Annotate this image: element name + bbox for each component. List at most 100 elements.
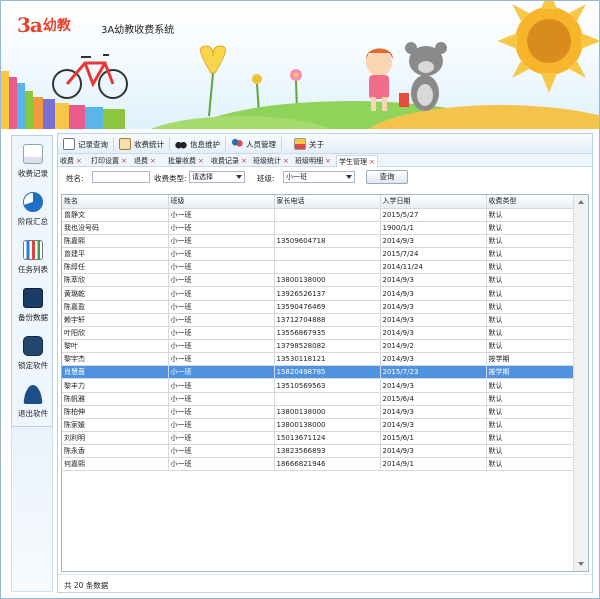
table-row[interactable]: 曾静文 小一班 2015/5/27 默认: [62, 208, 575, 222]
table-cell: 13800138000: [274, 405, 381, 419]
sidebar-item-label: 备份数据: [18, 313, 48, 322]
table-cell: 默认: [486, 339, 575, 354]
tab-label: 退费: [134, 157, 148, 165]
close-icon[interactable]: ×: [283, 157, 289, 165]
table-row[interactable]: 肖慧茵 小一班 15820498785 2015/7/23 按学期: [62, 365, 575, 380]
close-icon[interactable]: ×: [369, 158, 375, 166]
table-cell: 13800138000: [274, 273, 381, 288]
table-row[interactable]: 叶阳欣 小一班 13556867935 2014/9/3 默认: [62, 326, 575, 341]
toolbar-separator: [113, 137, 114, 151]
table-footer: 共 20 条数据: [58, 574, 592, 592]
table-cell: 陈家媛: [62, 418, 169, 433]
table-cell: 小一班: [168, 313, 275, 327]
table-cell: 小一班: [168, 234, 275, 249]
sidebar-item-fee-records[interactable]: 收费记录: [12, 138, 54, 184]
table-row[interactable]: 陈帆雅 小一班 2015/6/4 默认: [62, 392, 575, 406]
sidebar-item-stage-summary[interactable]: 阶段汇总: [12, 186, 54, 232]
toolbar-fee-statistics[interactable]: 收费统计: [118, 136, 165, 152]
table-row[interactable]: 黎宇杰 小一班 13530118121 2014/9/3 按学期: [62, 352, 575, 367]
table-cell: 13712704888: [274, 313, 381, 327]
tab-label: 收费: [60, 157, 74, 165]
tab-print-settings[interactable]: 打印设置 ×: [91, 155, 127, 167]
table-cell: 陈永香: [62, 444, 169, 459]
table-row[interactable]: 陈柏伸 小一班 13800138000 2014/9/3 默认: [62, 405, 575, 419]
table-cell: 刘利明: [62, 431, 169, 446]
table-cell: 黎叶: [62, 339, 169, 354]
tab-refund[interactable]: 退费 ×: [134, 155, 156, 167]
column-header-name[interactable]: 姓名: [62, 195, 169, 209]
table-cell: 小一班: [168, 286, 275, 301]
column-header-class[interactable]: 班级: [168, 195, 275, 209]
toolbar-about[interactable]: 关于: [293, 136, 325, 152]
tab-class-details[interactable]: 班级明细 ×: [295, 155, 331, 167]
table-cell: 小一班: [168, 273, 275, 288]
tab-class-statistics[interactable]: 班级统计 ×: [253, 155, 289, 167]
table-row[interactable]: 陈綧任 小一班 2014/11/24 默认: [62, 260, 575, 275]
table-cell: 13800138000: [274, 418, 381, 433]
table-cell: 默认: [486, 378, 575, 393]
search-doc-icon: [63, 138, 75, 150]
table-cell: 默认: [486, 392, 575, 406]
table-cell: [274, 392, 381, 406]
table-body: 曾静文 小一班 2015/5/27 默认 我也没号码 小一班 1900/1/1 默认 陈嘉熙 小一…: [62, 208, 575, 472]
table-cell: 15013671124: [274, 431, 381, 446]
table-row[interactable]: 黎叶 小一班 13798528082 2014/9/2 默认: [62, 339, 575, 354]
scroll-up-icon[interactable]: [578, 200, 584, 204]
table-cell: 小一班: [168, 352, 275, 367]
class-label: 班级:: [257, 174, 275, 183]
column-header-enroll-date[interactable]: 入学日期: [380, 195, 487, 209]
table-cell: 陈柏伸: [62, 405, 169, 419]
table-row[interactable]: 陈萃欣 小一班 13800138000 2014/9/3 默认: [62, 273, 575, 288]
close-icon[interactable]: ×: [121, 157, 127, 165]
sidebar-item-backup-data[interactable]: 备份数据: [12, 282, 54, 328]
sidebar-item-task-list[interactable]: 任务列表: [12, 234, 54, 280]
table-row[interactable]: 曾建平 小一班 2015/7/24 默认: [62, 247, 575, 262]
close-icon[interactable]: ×: [198, 157, 204, 165]
tab-batch-fee[interactable]: 批量收费 ×: [168, 155, 204, 167]
table-cell: 默认: [486, 273, 575, 288]
sidebar-item-exit-software[interactable]: 退出软件: [12, 378, 54, 424]
user-exit-icon: [23, 384, 43, 404]
table-row[interactable]: 陈永香 小一班 13823566893 2014/9/3 默认: [62, 444, 575, 459]
table-row[interactable]: 何嘉熙 小一班 18666821946 2014/9/1 默认: [62, 457, 575, 472]
sidebar-item-lock-software[interactable]: 锁定软件: [12, 330, 54, 376]
table-row[interactable]: 我也没号码 小一班 1900/1/1 默认: [62, 221, 575, 235]
sidebar-background: [11, 427, 53, 592]
table-row[interactable]: 黎丰力 小一班 13510569563 2014/9/3 默认: [62, 378, 575, 393]
table-row[interactable]: 赖宇轩 小一班 13712704888 2014/9/3 默认: [62, 313, 575, 327]
query-button[interactable]: 查询: [366, 170, 408, 184]
close-icon[interactable]: ×: [150, 157, 156, 165]
table-row[interactable]: 陈嘉盈 小一班 13590476469 2014/9/3 默认: [62, 300, 575, 314]
table-cell: 默认: [486, 260, 575, 275]
close-icon[interactable]: ×: [76, 157, 82, 165]
sidebar-item-label: 任务列表: [18, 265, 48, 274]
tab-fee[interactable]: 收费 ×: [60, 155, 82, 167]
table-cell: 13798528082: [274, 339, 381, 354]
class-select[interactable]: 小一班: [283, 171, 355, 183]
vertical-scrollbar[interactable]: [573, 195, 588, 571]
tab-fee-records[interactable]: 收费记录 ×: [211, 155, 247, 167]
tab-student-management[interactable]: 学生管理 ×: [336, 155, 378, 167]
pie-chart-icon: [23, 192, 43, 212]
close-icon[interactable]: ×: [325, 157, 331, 165]
table-cell: 小一班: [168, 457, 275, 472]
fee-type-select[interactable]: 请选择: [189, 171, 245, 183]
table-row[interactable]: 黄璐乾 小一班 13926526137 2014/9/3 默认: [62, 286, 575, 301]
name-input[interactable]: [92, 171, 150, 183]
column-header-parent-phone[interactable]: 家长电话: [274, 195, 381, 209]
table-cell: 默认: [486, 431, 575, 446]
table-header-row: 姓名 班级 家长电话 入学日期 收费类型: [62, 195, 575, 209]
table-cell: 小一班: [168, 365, 275, 380]
table-row[interactable]: 陈嘉熙 小一班 13509604718 2014/9/3 默认: [62, 234, 575, 249]
chevron-down-icon: [236, 175, 242, 179]
toolbar-staff-management[interactable]: 人员管理: [230, 136, 277, 152]
toolbar-info-maintenance[interactable]: 信息维护: [174, 136, 221, 152]
toolbar-record-query[interactable]: 记录查询: [62, 136, 109, 152]
column-header-fee-type[interactable]: 收费类型: [486, 195, 575, 209]
table-cell: 默认: [486, 300, 575, 314]
close-icon[interactable]: ×: [241, 157, 247, 165]
scroll-down-icon[interactable]: [578, 562, 584, 566]
table-row[interactable]: 陈家媛 小一班 13800138000 2014/9/3 默认: [62, 418, 575, 433]
table-row[interactable]: 刘利明 小一班 15013671124 2015/6/1 默认: [62, 431, 575, 446]
table-cell: 小一班: [168, 300, 275, 314]
